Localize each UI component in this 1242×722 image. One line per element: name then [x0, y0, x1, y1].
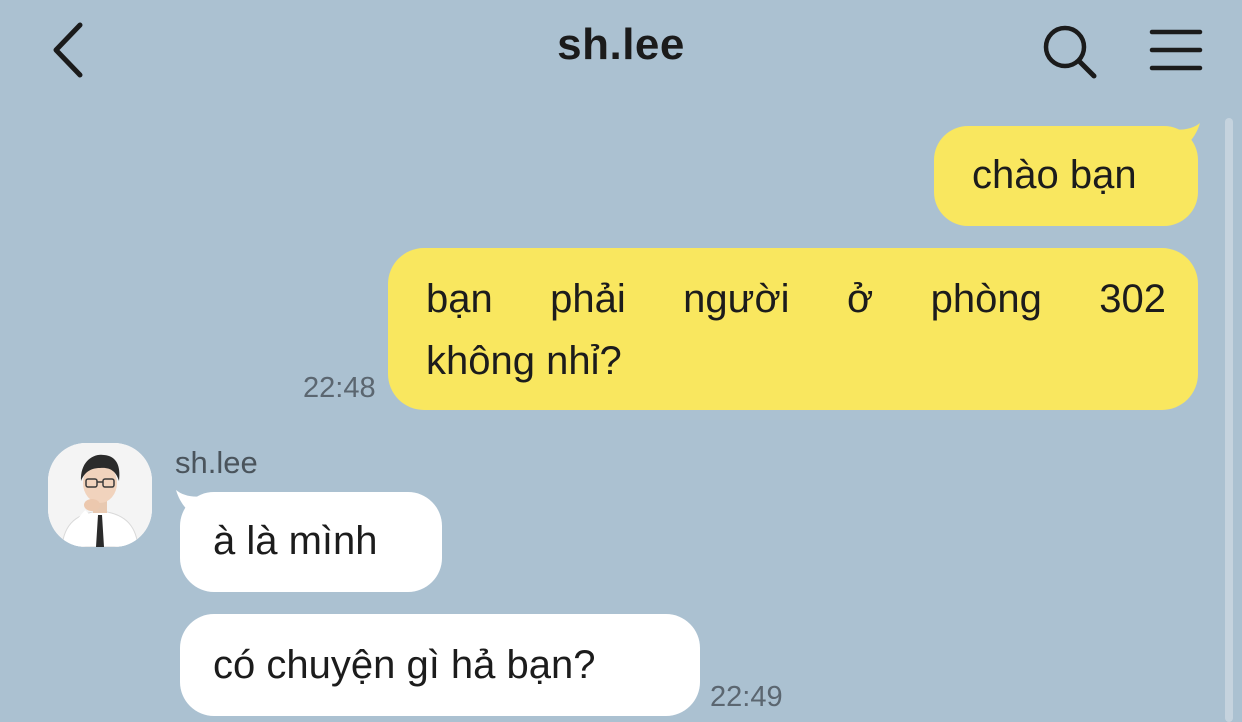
- search-button[interactable]: [1036, 20, 1102, 82]
- avatar-image: [48, 443, 152, 547]
- search-icon: [1043, 25, 1097, 79]
- outgoing-message-bubble[interactable]: chào bạn: [934, 123, 1200, 226]
- incoming-message-bubble[interactable]: à là mình: [176, 490, 442, 592]
- outgoing-message-bubble[interactable]: bạn phải người ở phòng 302 không nhỉ?: [388, 248, 1198, 410]
- chat-header: sh.lee: [0, 0, 1242, 100]
- avatar[interactable]: [48, 443, 152, 547]
- message-text: à là mình: [213, 519, 378, 563]
- bubble-tail: [176, 490, 204, 516]
- incoming-message-bubble[interactable]: có chuyện gì hả bạn?: [180, 614, 700, 716]
- sender-name: sh.lee: [175, 445, 258, 480]
- message-line: bạn phải người ở phòng 302: [426, 277, 1166, 321]
- message-text: chào bạn: [972, 153, 1137, 197]
- message-timestamp: 22:49: [710, 681, 783, 713]
- message-timestamp: 22:48: [303, 372, 376, 404]
- message-text: có chuyện gì hả bạn?: [213, 643, 596, 687]
- bubble-tail: [1172, 123, 1200, 149]
- scrollbar[interactable]: [1225, 118, 1233, 722]
- hamburger-menu-icon: [1149, 29, 1203, 71]
- menu-button[interactable]: [1142, 22, 1210, 78]
- chat-screen: sh.lee chào bạn 22:48 bạn phải người ở p…: [0, 0, 1242, 722]
- message-line: không nhỉ?: [426, 339, 622, 383]
